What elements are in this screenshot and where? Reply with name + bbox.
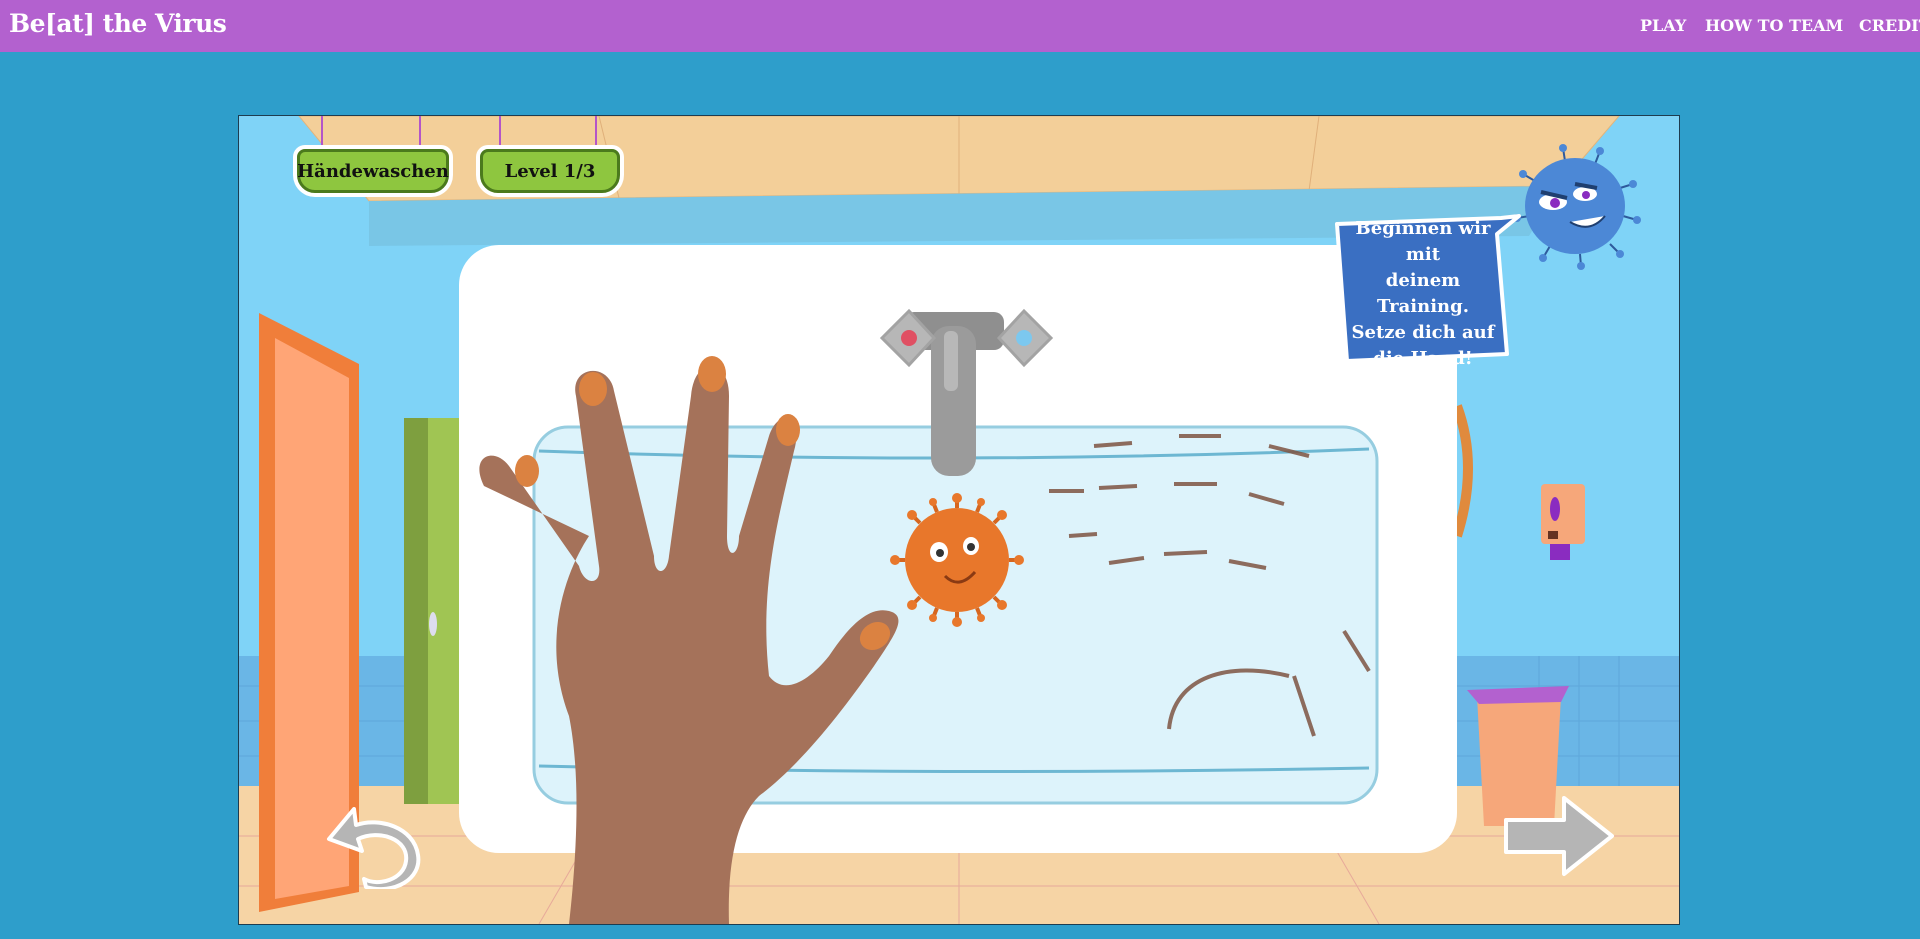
undo-arrow-icon[interactable] (324, 799, 424, 889)
site-title[interactable]: Be[at] the Virus (9, 9, 227, 38)
level-sign: Level 1/3 (480, 149, 620, 193)
sign-string (321, 116, 323, 146)
nav-team-link[interactable]: TEAM (1789, 16, 1843, 35)
nav-howto-link[interactable]: HOW TO (1705, 16, 1783, 35)
player-virus (890, 493, 1024, 627)
game-canvas[interactable]: Händewaschen Level 1/3 Beginnen wir mit … (238, 115, 1680, 925)
sign-string (419, 116, 421, 146)
topic-sign: Händewaschen (297, 149, 449, 193)
top-navigation-bar: Be[at] the Virus PLAY HOW TO TEAM CREDIT… (0, 0, 1920, 52)
sign-string (595, 116, 597, 146)
nav-play-link[interactable]: PLAY (1640, 16, 1686, 35)
nav-credits-link[interactable]: CREDITS (1859, 16, 1920, 35)
next-arrow-icon[interactable] (1502, 792, 1617, 880)
villain-speech-bubble: Beginnen wir mit deinem Training. Setze … (1351, 218, 1495, 369)
sign-string (499, 116, 501, 146)
